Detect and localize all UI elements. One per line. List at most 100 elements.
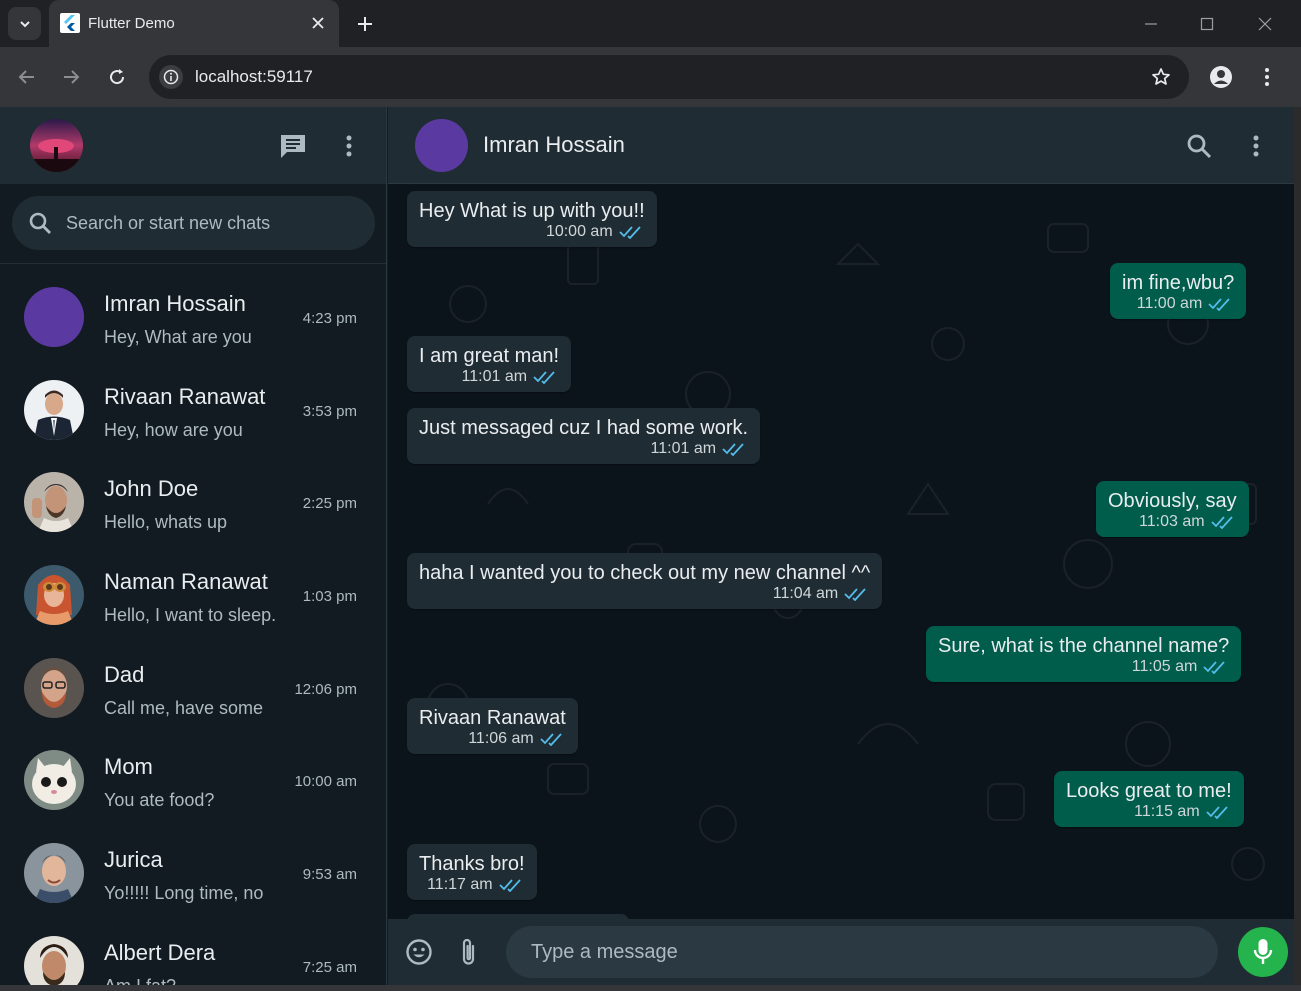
site-info-button[interactable] (159, 65, 183, 89)
reload-button[interactable] (103, 63, 131, 91)
message-bubble-incoming[interactable]: I am great man! 11:01 am (407, 336, 572, 392)
message-bubble-incoming[interactable]: Thanks bro! 11:17 am (407, 844, 537, 900)
message-bubble-incoming[interactable]: Hey What is up with you!! 10:00 am (407, 191, 657, 247)
contact-avatar[interactable] (415, 119, 468, 172)
chat-time: 10:00 am (294, 773, 357, 791)
message-meta: 11:03 am (1108, 513, 1237, 531)
tab-close-button[interactable] (307, 12, 329, 34)
chat-list-item[interactable]: Dad Call me, have some 12:06 pm (0, 636, 386, 729)
message-bubble-incoming[interactable]: Just messaged cuz I had some work. 11:01… (407, 408, 761, 464)
avatar (24, 657, 84, 718)
more-vert-icon (1265, 68, 1269, 86)
message-text: Hey What is up with you!! (419, 200, 645, 222)
attach-button[interactable] (453, 936, 485, 968)
new-tab-button[interactable] (351, 10, 379, 38)
tab-title: Flutter Demo (88, 15, 175, 32)
message-text: haha I wanted you to check out my new ch… (419, 562, 871, 584)
chat-preview: Hey, What are you (104, 327, 252, 347)
avatar (24, 750, 84, 811)
double-check-icon (844, 588, 866, 601)
message-text: Just messaged cuz I had some work. (419, 417, 749, 439)
message-bubble-incoming[interactable]: haha I wanted you to check out my new ch… (407, 553, 883, 609)
double-check-icon (1208, 298, 1230, 311)
browser-window: Flutter Demo localhost:59117 Search or s… (0, 0, 1301, 991)
chat-list-item[interactable]: John Doe Hello, whats up 2:25 pm (0, 450, 386, 543)
chat-list-item[interactable]: Rivaan Ranawat Hey, how are you 3:53 pm (0, 358, 386, 451)
page-scrollbar[interactable] (1294, 107, 1301, 985)
message-meta: 11:06 am (419, 730, 566, 748)
tab-search-button[interactable] (8, 7, 41, 40)
browser-toolbar: localhost:59117 (0, 47, 1301, 107)
search-box[interactable] (12, 196, 375, 250)
chat-name: Imran Hossain (104, 291, 246, 316)
address-bar[interactable]: localhost:59117 (149, 55, 1189, 99)
message-text: Looks great to me! (1066, 780, 1232, 802)
message-text: I am great man! (419, 345, 560, 367)
account-icon (1210, 66, 1232, 88)
message-meta: 10:00 am (419, 223, 645, 241)
new-chat-button[interactable] (277, 130, 309, 162)
contact-name[interactable]: Imran Hossain (483, 132, 625, 158)
double-check-icon (1203, 661, 1225, 674)
plus-icon (358, 17, 372, 31)
sidebar-header (0, 107, 386, 184)
message-text: Thanks bro! (419, 853, 525, 875)
message-meta: 11:17 am (419, 876, 525, 894)
message-text: im fine,wbu? (1122, 272, 1235, 294)
back-button[interactable] (13, 63, 41, 91)
flutter-icon (60, 13, 80, 33)
message-bubble-outgoing[interactable]: im fine,wbu? 11:00 am (1110, 263, 1247, 319)
my-profile-avatar[interactable] (30, 119, 83, 172)
chat-time: 2:25 pm (302, 495, 357, 513)
message-meta: 11:15 am (1066, 803, 1232, 821)
more-vert-icon (346, 135, 352, 157)
sidebar: Imran Hossain Hey, What are you 4:23 pm … (0, 107, 387, 985)
maximize-icon (1200, 17, 1214, 31)
more-vert-icon (1253, 135, 1259, 157)
avatar (24, 472, 84, 533)
maximize-button[interactable] (1193, 11, 1221, 37)
chat-name: John Doe (104, 476, 199, 502)
bookmark-button[interactable] (1149, 65, 1173, 89)
double-check-icon (540, 733, 562, 746)
profile-button[interactable] (1207, 63, 1235, 91)
message-text: Obviously, say (1108, 490, 1237, 512)
chat-time: 1:03 pm (302, 588, 357, 606)
emoji-button[interactable] (403, 936, 435, 968)
message-meta: 11:00 am (1122, 295, 1234, 313)
message-bubble-outgoing[interactable]: Sure, what is the channel name? 11:05 am (926, 626, 1242, 682)
forward-button[interactable] (57, 63, 85, 91)
reload-icon (110, 69, 125, 85)
chat-list-item[interactable]: Naman Ranawat Hello, I want to sleep. 1:… (0, 543, 386, 636)
chat-preview: Hey, how are you (104, 419, 243, 440)
avatar (24, 935, 84, 985)
browser-tab[interactable]: Flutter Demo (49, 0, 339, 47)
mic-button[interactable] (1238, 927, 1288, 977)
chat-name: Jurica (104, 847, 163, 873)
sidebar-menu-button[interactable] (333, 130, 365, 162)
chat-list-item[interactable]: Imran Hossain Hey, What are you 4:23 pm (0, 265, 386, 358)
message-bubble-outgoing[interactable]: Looks great to me! 11:15 am (1054, 771, 1244, 827)
close-icon (312, 17, 324, 29)
search-input[interactable] (66, 196, 366, 250)
browser-menu-button[interactable] (1253, 63, 1281, 91)
message-time: 11:06 am (468, 730, 534, 747)
url-text[interactable]: localhost:59117 (195, 67, 313, 87)
arrow-right-icon (64, 70, 80, 84)
window-close-button[interactable] (1251, 11, 1279, 37)
window-bottom-edge (0, 985, 1301, 991)
message-input[interactable] (506, 926, 1218, 978)
chat-list-item[interactable]: Mom You ate food? 10:00 am (0, 728, 386, 821)
tab-strip: Flutter Demo (0, 0, 1301, 47)
message-bubble-outgoing[interactable]: Obviously, say 11:03 am (1096, 481, 1249, 537)
chat-preview: Hello, I want to sleep. (104, 605, 277, 626)
avatar (24, 379, 84, 440)
chat-list-item[interactable]: Jurica Yo!!!!! Long time, no 9:53 am (0, 821, 386, 914)
conversation-menu-button[interactable] (1240, 130, 1272, 162)
chat-list-item[interactable]: Albert Dera Am I fat? 7:25 am (0, 914, 386, 985)
double-check-icon (498, 879, 521, 892)
message-meta: 11:04 am (419, 585, 870, 603)
minimize-button[interactable] (1137, 11, 1165, 37)
message-bubble-incoming[interactable]: Rivaan Ranawat 11:06 am (407, 698, 578, 754)
search-messages-button[interactable] (1183, 130, 1215, 162)
